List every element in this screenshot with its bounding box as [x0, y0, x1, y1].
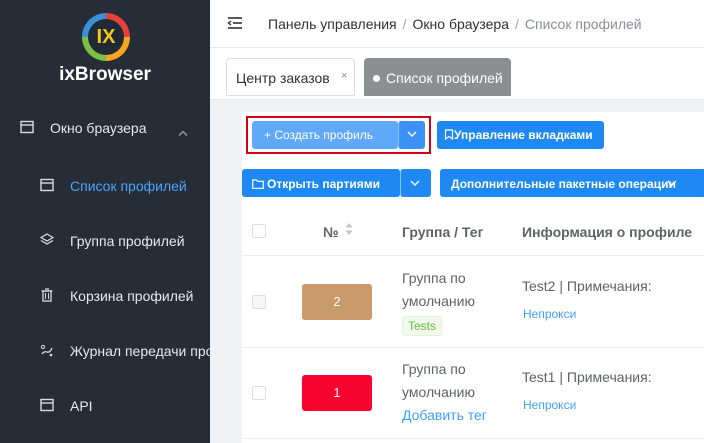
api-icon	[40, 398, 54, 417]
tab-label: Центр заказов	[236, 70, 330, 86]
manage-tabs-text: Управление вкладками	[454, 128, 593, 142]
sidebar: IX ixBrowser Окно браузера Список профил…	[0, 0, 210, 443]
browser-window-icon	[20, 120, 34, 139]
tab-order-center[interactable]: Центр заказов ×	[226, 58, 355, 96]
profile-number-badge[interactable]: 2	[302, 284, 372, 320]
group-name: Группа по умолчанию	[402, 358, 502, 404]
sidebar-item-profile-list[interactable]: Список профилей	[0, 166, 210, 206]
sidebar-item-transfer-log[interactable]: Журнал передачи про	[0, 331, 210, 371]
sidebar-item-label: Корзина профилей	[70, 288, 194, 304]
group-name-line2: умолчанию	[402, 384, 475, 400]
chevron-down-icon	[410, 180, 420, 186]
tab-label: Список профилей	[386, 70, 503, 86]
layers-icon	[39, 233, 55, 252]
close-icon[interactable]: ×	[341, 70, 347, 82]
more-batch-operations-label: Дополнительные пакетные операции	[451, 177, 676, 191]
breadcrumb-dashboard[interactable]: Панель управления	[268, 16, 397, 32]
add-tag-link[interactable]: Добавить тег	[402, 407, 487, 423]
logo-mark: IX	[88, 19, 124, 55]
app-name: ixBrowser	[59, 64, 151, 85]
column-header-group-tag: Группа / Тег	[402, 224, 484, 240]
create-profile-dropdown-button[interactable]	[398, 121, 425, 149]
breadcrumb-separator: /	[402, 16, 407, 32]
open-batch-button[interactable]: Открыть партиями	[242, 169, 400, 197]
manage-tabs-button[interactable]: Управление вкладками	[437, 121, 604, 149]
table-header: № Группа / Тег Информация о профиле	[242, 210, 704, 256]
chevron-up-icon	[178, 123, 188, 141]
sidebar-item-label: Группа профилей	[70, 233, 185, 249]
bookmark-icon	[444, 129, 454, 141]
table-row: 1 Группа по умолчанию Добавить тег Test1…	[242, 348, 704, 439]
create-profile-label: + Создать профиль	[264, 128, 373, 142]
manage-tabs-label: Управление вкладками	[444, 128, 593, 142]
page-tabs-bar: Центр заказов × Список профилей	[210, 48, 704, 100]
select-all-checkbox[interactable]	[252, 224, 266, 238]
sidebar-item-profile-trash[interactable]: Корзина профилей	[0, 276, 210, 316]
column-header-number[interactable]: №	[323, 224, 339, 240]
table-row: 2 Группа по умолчанию Tests Test2 | Прим…	[242, 257, 704, 348]
open-batch-dropdown-button[interactable]	[400, 169, 431, 197]
tab-profile-list[interactable]: Список профилей	[364, 58, 511, 96]
group-name-line2: умолчанию	[402, 293, 475, 309]
sidebar-item-api[interactable]: API	[0, 386, 210, 426]
app-logo: IX	[82, 13, 130, 61]
create-profile-button[interactable]: + Создать профиль	[252, 121, 398, 149]
active-dot-icon	[373, 75, 380, 82]
sidebar-item-label: API	[70, 398, 93, 414]
sidebar-item-label: Журнал передачи про	[70, 343, 210, 359]
sort-icon[interactable]	[345, 222, 353, 241]
sidebar-group-label: Окно браузера	[50, 120, 147, 136]
chevron-down-icon	[407, 131, 417, 137]
profile-info: Test1 | Примечания:	[522, 369, 652, 385]
transfer-log-icon	[40, 343, 54, 362]
profile-info: Test2 | Примечания:	[522, 278, 652, 294]
proxy-link[interactable]: Непрокси	[523, 307, 576, 321]
chevron-down-icon	[667, 180, 677, 186]
breadcrumb-current: Список профилей	[524, 16, 642, 32]
trash-icon	[40, 288, 54, 307]
column-header-profile-info: Информация о профиле	[522, 224, 693, 240]
breadcrumb-browser-window[interactable]: Окно браузера	[413, 16, 509, 32]
sidebar-item-profile-group[interactable]: Группа профилей	[0, 221, 210, 261]
menu-toggle-icon[interactable]	[227, 16, 243, 35]
profile-list-icon	[40, 178, 54, 197]
sidebar-group-browser-window[interactable]: Окно браузера	[0, 110, 210, 146]
group-name: Группа по умолчанию	[402, 267, 502, 313]
more-batch-operations-button[interactable]: Дополнительные пакетные операции	[440, 169, 704, 197]
main-content: + Создать профиль Управление вкладками О…	[242, 112, 704, 443]
row-checkbox[interactable]	[252, 386, 266, 400]
tag-badge: Tests	[402, 316, 443, 336]
top-header: Панель управления / Окно браузера / Список п…	[210, 0, 704, 48]
open-batch-label: Открыть партиями	[252, 177, 380, 191]
profile-number-badge[interactable]: 1	[302, 375, 372, 411]
row-checkbox[interactable]	[252, 295, 266, 309]
breadcrumb: Панель управления / Окно браузера / Список п…	[268, 16, 642, 32]
group-name-line1: Группа по	[402, 361, 466, 377]
proxy-link[interactable]: Непрокси	[523, 398, 576, 412]
folder-icon	[252, 179, 264, 189]
sidebar-item-label: Список профилей	[70, 178, 187, 194]
breadcrumb-separator: /	[515, 16, 519, 32]
group-name-line1: Группа по	[402, 270, 466, 286]
open-batch-text: Открыть партиями	[267, 177, 380, 191]
